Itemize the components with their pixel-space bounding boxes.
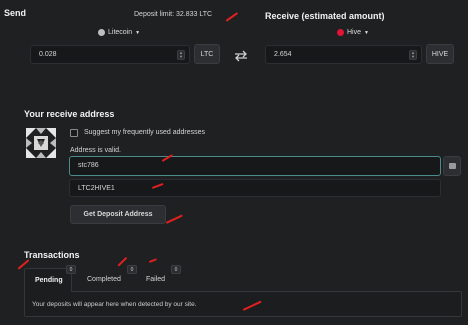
address-book-button[interactable] [443, 156, 461, 176]
send-unit-button[interactable]: LTC [194, 44, 220, 64]
send-amount-value: 0.028 [39, 51, 57, 58]
send-coin-selector[interactable]: Litecoin ▼ [98, 29, 140, 36]
tab-failed-count: 0 [171, 265, 181, 274]
suggest-label: Suggest my frequently used addresses [84, 129, 206, 136]
receive-amount-field[interactable]: 2.654 ▲ ▼ [265, 45, 422, 64]
memo-value: LTC2HIVE1 [78, 185, 115, 192]
receive-unit-button[interactable]: HIVE [426, 44, 454, 64]
memo-field[interactable]: LTC2HIVE1 [69, 179, 441, 197]
tab-pending[interactable]: Pending [24, 268, 72, 292]
suggest-checkbox[interactable] [70, 129, 78, 137]
tab-completed-label: Completed [87, 276, 121, 283]
transactions-title: Transactions [24, 250, 80, 260]
receive-title: Receive (estimated amount) [265, 11, 385, 21]
receive-coin-selector[interactable]: Hive ▼ [337, 29, 369, 36]
address-input[interactable]: stc786 [69, 156, 441, 176]
chevron-down-icon: ▼ [364, 29, 369, 36]
tab-completed[interactable]: Completed [80, 268, 134, 290]
deposit-limit-text: Deposit limit: 32.833 LTC [134, 11, 213, 18]
address-valid-text: Address is valid. [70, 147, 121, 154]
receive-amount-stepper[interactable]: ▲ ▼ [409, 50, 417, 60]
transactions-panel: Your deposits will appear here when dete… [24, 291, 462, 317]
get-deposit-address-button[interactable]: Get Deposit Address [70, 205, 166, 224]
tab-failed-label: Failed [146, 276, 166, 283]
annotation-mark [117, 256, 128, 267]
tab-pending-count: 0 [66, 265, 76, 274]
annotation-mark [148, 258, 157, 263]
address-book-icon [448, 163, 456, 169]
send-coin-label: Litecoin [108, 29, 133, 36]
receive-amount-value: 2.654 [274, 51, 292, 58]
send-amount-stepper[interactable]: ▲ ▼ [177, 50, 185, 60]
address-value: stc786 [78, 162, 99, 169]
tab-pending-label: Pending [35, 277, 63, 284]
annotation-mark [225, 12, 238, 22]
annotation-mark [165, 214, 183, 224]
chevron-down-icon: ▼ [135, 29, 141, 36]
swap-arrows-icon[interactable] [234, 49, 248, 62]
identicon-avatar [26, 128, 56, 158]
receive-address-title: Your receive address [24, 109, 115, 119]
litecoin-icon [98, 29, 105, 36]
empty-transactions-message: Your deposits will appear here when dete… [32, 301, 197, 308]
tab-completed-count: 0 [127, 265, 137, 274]
send-title: Send [4, 8, 27, 18]
receive-coin-label: Hive [347, 29, 362, 36]
hive-icon [337, 29, 344, 36]
send-amount-field[interactable]: 0.028 ▲ ▼ [30, 45, 190, 64]
